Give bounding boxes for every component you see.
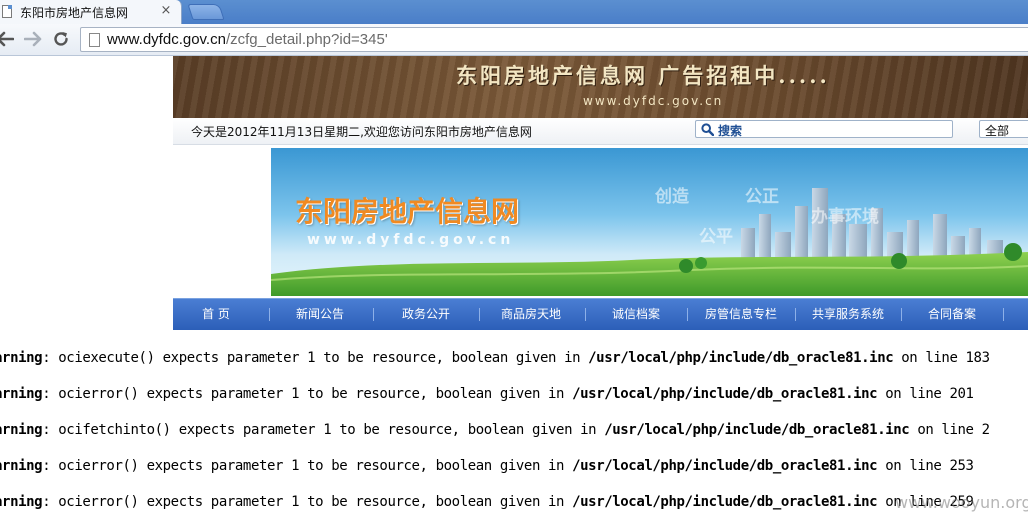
date-welcome-text: 今天是2012年11月13日星期二,欢迎您访问东阳市房地产信息网 xyxy=(191,125,532,139)
nav-item-contract-filing[interactable]: 合同备案 xyxy=(909,299,995,330)
nav-item-news[interactable]: 新闻公告 xyxy=(277,299,363,330)
new-tab-button[interactable] xyxy=(187,4,225,20)
warning-text: : ocierror() expects parameter 1 to be r… xyxy=(42,386,573,402)
main-nav: 首 页 新闻公告 政务公开 商品房天地 诚信档案 房管信息专栏 共享服务系统 合… xyxy=(173,298,1028,330)
tab-strip: 东阳市房地产信息网 × xyxy=(0,0,1028,24)
warning-suffix: on line 183 xyxy=(893,350,990,366)
warning-text: : ocifetchinto() expects parameter 1 to … xyxy=(42,422,605,438)
warning-path: /usr/local/php/include/db_oracle81.inc xyxy=(572,458,878,474)
ad-banner[interactable]: 东阳房地产信息网 广告招租中..... www.dyfdc.gov.cn xyxy=(173,56,1028,118)
php-warning: Warning: ocierror() expects parameter 1 … xyxy=(0,494,974,510)
watermark-text: www.wooyun.org xyxy=(895,493,1028,512)
url-host: www.dyfdc.gov.cn xyxy=(107,31,226,48)
warning-text: : ocierror() expects parameter 1 to be r… xyxy=(42,458,573,474)
warning-label: Warning xyxy=(0,350,43,366)
warning-suffix: on line 201 xyxy=(877,386,974,402)
hero-word-2: 公正 xyxy=(745,187,779,207)
nav-item-home[interactable]: 首 页 xyxy=(173,299,259,330)
search-icon xyxy=(701,123,714,136)
nav-separator xyxy=(479,308,480,321)
warning-label: Warning xyxy=(0,458,43,474)
warning-path: /usr/local/php/include/db_oracle81.inc xyxy=(572,494,878,510)
nav-item-credit-records[interactable]: 诚信档案 xyxy=(593,299,679,330)
warning-path: /usr/local/php/include/db_oracle81.inc xyxy=(572,386,878,402)
php-warning: Warning: ocierror() expects parameter 1 … xyxy=(0,458,974,474)
hero-word-1: 创造 xyxy=(655,187,689,207)
hero-word-4: 办事环境 xyxy=(811,207,879,227)
warning-suffix: on line 2 xyxy=(909,422,990,438)
warning-text: : ocierror() expects parameter 1 to be r… xyxy=(42,494,573,510)
warning-text: : ociexecute() expects parameter 1 to be… xyxy=(42,350,589,366)
nav-item-gov-affairs[interactable]: 政务公开 xyxy=(383,299,469,330)
warning-path: /usr/local/php/include/db_oracle81.inc xyxy=(588,350,894,366)
tab-title: 东阳市房地产信息网 xyxy=(20,6,129,20)
forward-button[interactable] xyxy=(22,28,44,50)
hero-title: 东阳房地产信息网 xyxy=(295,195,520,228)
warning-label: Warning xyxy=(0,494,43,510)
warning-suffix: on line 253 xyxy=(877,458,974,474)
nav-separator xyxy=(373,308,374,321)
nav-separator xyxy=(269,308,270,321)
nav-separator xyxy=(901,308,902,321)
browser-tab[interactable]: 东阳市房地产信息网 × xyxy=(0,0,182,24)
warning-path: /usr/local/php/include/db_oracle81.inc xyxy=(604,422,910,438)
page-icon xyxy=(89,33,100,47)
nav-separator xyxy=(795,308,796,321)
nav-item-shared-services[interactable]: 共享服务系统 xyxy=(803,299,893,330)
nav-separator xyxy=(1003,308,1004,321)
ad-banner-title: 东阳房地产信息网 广告招租中..... xyxy=(456,63,830,88)
nav-separator xyxy=(687,308,688,321)
tab-close-icon[interactable]: × xyxy=(159,3,173,19)
url-path: /zcfg_detail.php?id=345' xyxy=(225,31,388,48)
browser-toolbar: www.dyfdc.gov.cn/zcfg_detail.php?id=345' xyxy=(0,24,1028,56)
php-warning: Warning: ociexecute() expects parameter … xyxy=(0,350,990,366)
search-scope-value: 全部 xyxy=(985,124,1010,138)
nav-item-housing[interactable]: 商品房天地 xyxy=(487,299,575,330)
hero-word-3: 公平 xyxy=(699,227,733,247)
page-favicon-icon xyxy=(2,5,12,18)
address-bar[interactable]: www.dyfdc.gov.cn/zcfg_detail.php?id=345' xyxy=(80,27,1028,52)
info-bar: 今天是2012年11月13日星期二,欢迎您访问东阳市房地产信息网 搜索 全部 xyxy=(173,118,1028,145)
hero-banner: 创造 公正 公平 办事环境 东阳房地产信息网 www.dyfdc.gov.cn xyxy=(271,148,1028,296)
web-page: 东阳房地产信息网 广告招租中..... www.dyfdc.gov.cn 今天是… xyxy=(0,56,1028,513)
search-scope-select[interactable]: 全部 xyxy=(979,120,1028,138)
reload-icon xyxy=(54,32,68,46)
url-text: www.dyfdc.gov.cn/zcfg_detail.php?id=345' xyxy=(107,31,388,48)
search-input[interactable]: 搜索 xyxy=(695,120,953,138)
php-warning: Warning: ocifetchinto() expects paramete… xyxy=(0,422,990,438)
warning-label: Warning xyxy=(0,422,43,438)
ad-banner-url: www.dyfdc.gov.cn xyxy=(583,94,724,108)
php-warning: Warning: ocierror() expects parameter 1 … xyxy=(0,386,974,402)
hero-url: www.dyfdc.gov.cn xyxy=(307,232,515,248)
reload-button[interactable] xyxy=(50,28,72,50)
back-arrow-icon xyxy=(0,31,14,47)
search-label: 搜索 xyxy=(718,124,743,138)
forward-arrow-icon xyxy=(24,31,42,47)
nav-item-housing-info[interactable]: 房管信息专栏 xyxy=(695,299,787,330)
warning-label: Warning xyxy=(0,386,43,402)
nav-separator xyxy=(585,308,586,321)
back-button[interactable] xyxy=(0,28,16,50)
